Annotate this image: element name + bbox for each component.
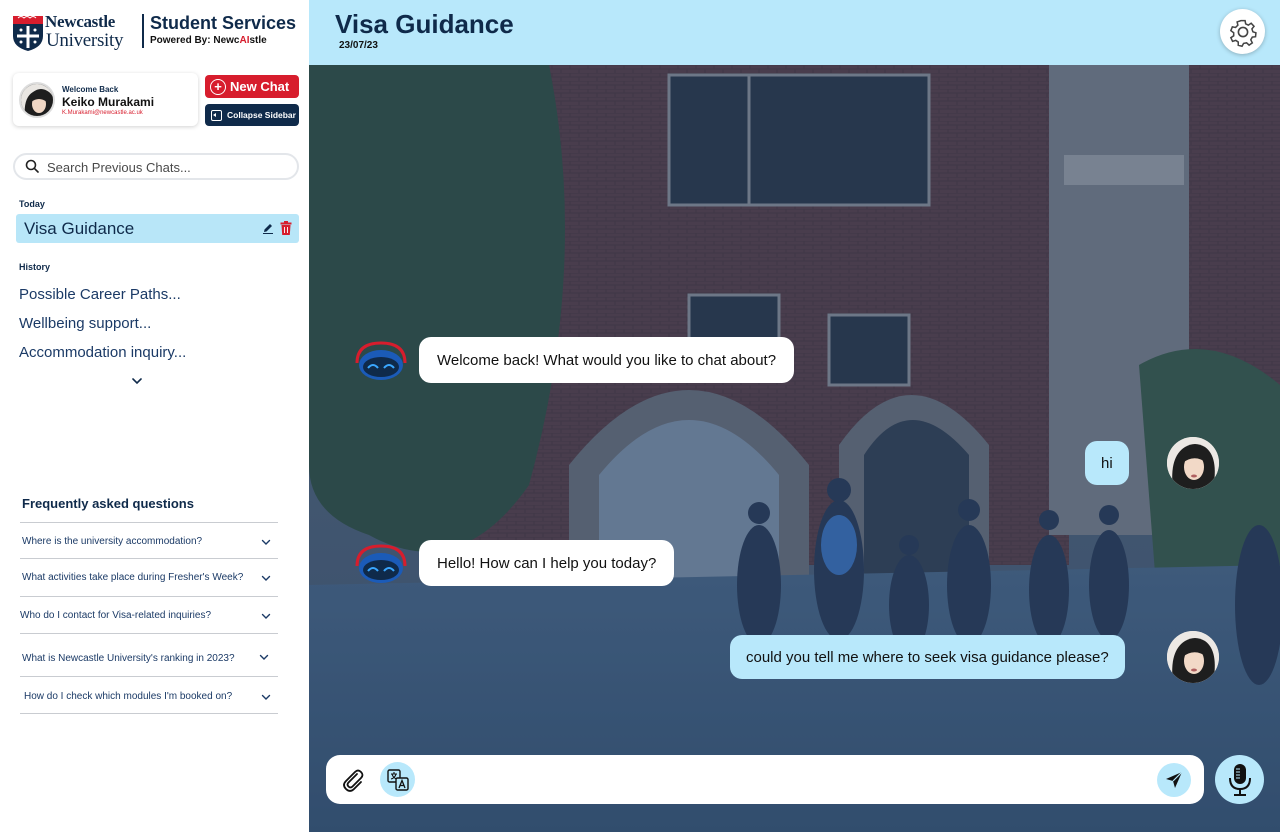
chevron-down-icon xyxy=(261,575,271,581)
user-message: hi xyxy=(1085,441,1129,485)
bot-avatar xyxy=(355,544,407,583)
microphone-button[interactable] xyxy=(1215,755,1264,804)
user-email: K.Murakami@newcastle.ac.uk xyxy=(62,110,143,116)
faq-question: What activities take place during Freshe… xyxy=(22,572,244,583)
chevron-down-icon xyxy=(261,694,271,700)
crest-icon xyxy=(13,16,43,51)
user-profile-card: Welcome Back Keiko Murakami K.Murakami@n… xyxy=(13,73,198,126)
sidebar: Newcastle University Student Services Po… xyxy=(0,0,309,832)
faq-item[interactable]: How do I check which modules I'm booked … xyxy=(20,676,278,714)
faq-question: Who do I contact for Visa-related inquir… xyxy=(20,610,212,621)
avatar xyxy=(19,82,55,118)
page-title: Visa Guidance xyxy=(335,9,514,39)
brand-header: Newcastle University Student Services Po… xyxy=(12,12,302,56)
trash-icon[interactable] xyxy=(280,221,292,235)
chevron-down-icon[interactable] xyxy=(130,374,144,388)
message-composer xyxy=(326,755,1204,804)
bot-avatar xyxy=(355,341,407,380)
faq-question: How do I check which modules I'm booked … xyxy=(24,691,233,702)
chevron-down-icon xyxy=(261,613,271,619)
user-avatar xyxy=(1167,437,1219,489)
chat-main: Visa Guidance 23/07/23 Welcome back! Wha… xyxy=(309,0,1280,832)
new-chat-label: New Chat xyxy=(230,79,290,94)
translate-button[interactable] xyxy=(380,762,415,797)
gear-icon xyxy=(1229,19,1257,47)
user-avatar xyxy=(1167,631,1219,683)
translate-icon xyxy=(386,768,409,791)
powered-part2: stle xyxy=(249,35,267,46)
paperclip-icon[interactable] xyxy=(340,767,366,793)
powered-part1: Newc xyxy=(213,35,240,46)
chat-item-active[interactable]: Visa Guidance xyxy=(16,214,299,243)
section-today-label: Today xyxy=(19,199,45,209)
collapse-sidebar-button[interactable]: Collapse Sidebar xyxy=(205,104,299,126)
faq-question: What is Newcastle University's ranking i… xyxy=(22,653,235,664)
bot-message: Welcome back! What would you like to cha… xyxy=(419,337,795,383)
powered-prefix: Powered By: xyxy=(150,35,214,46)
history-item[interactable]: Possible Career Paths... xyxy=(19,286,181,303)
powered-by: Powered By: NewcAIstle xyxy=(150,35,267,46)
welcome-text: Welcome Back xyxy=(62,85,119,94)
microphone-icon xyxy=(1228,763,1251,796)
history-item[interactable]: Wellbeing support... xyxy=(19,315,151,332)
chevron-down-icon xyxy=(261,539,271,545)
send-icon xyxy=(1166,771,1183,788)
send-button[interactable] xyxy=(1157,763,1191,797)
history-item[interactable]: Accommodation inquiry... xyxy=(19,344,186,361)
powered-ai: AI xyxy=(239,35,250,46)
active-chat-label: Visa Guidance xyxy=(24,219,135,238)
search-box[interactable] xyxy=(13,153,299,180)
search-input[interactable] xyxy=(47,158,287,176)
university-logo[interactable]: Newcastle University xyxy=(12,12,132,54)
new-chat-button[interactable]: + New Chat xyxy=(205,75,299,98)
faq-item[interactable]: Who do I contact for Visa-related inquir… xyxy=(20,596,278,634)
chevron-down-icon xyxy=(259,654,269,660)
logo-text-line2: University xyxy=(46,30,124,51)
edit-icon[interactable] xyxy=(262,222,274,234)
message-input[interactable] xyxy=(430,767,1150,793)
brand-divider xyxy=(142,14,144,48)
faq-item[interactable]: What activities take place during Freshe… xyxy=(20,558,278,596)
section-history-label: History xyxy=(19,262,51,272)
user-name: Keiko Murakami xyxy=(62,95,155,109)
settings-button[interactable] xyxy=(1220,9,1265,54)
faq-question: Where is the university accommodation? xyxy=(22,536,203,547)
collapse-sidebar-label: Collapse Sidebar xyxy=(227,110,296,120)
user-message: could you tell me where to seek visa gui… xyxy=(730,635,1125,679)
chat-date: 23/07/23 xyxy=(339,40,378,51)
faq-title: Frequently asked questions xyxy=(22,496,194,511)
bot-message: Hello! How can I help you today? xyxy=(419,540,675,586)
campus-background-image xyxy=(309,65,1280,832)
faq-item[interactable]: Where is the university accommodation? xyxy=(20,522,278,560)
collapse-sidebar-icon xyxy=(211,109,222,121)
logo-text-line1: Newcastle xyxy=(45,12,115,31)
faq-item[interactable]: What is Newcastle University's ranking i… xyxy=(20,633,278,677)
search-icon xyxy=(25,159,39,173)
chat-header: Visa Guidance 23/07/23 xyxy=(309,0,1280,65)
service-title: Student Services xyxy=(150,13,297,33)
plus-circle-icon: + xyxy=(210,78,226,95)
